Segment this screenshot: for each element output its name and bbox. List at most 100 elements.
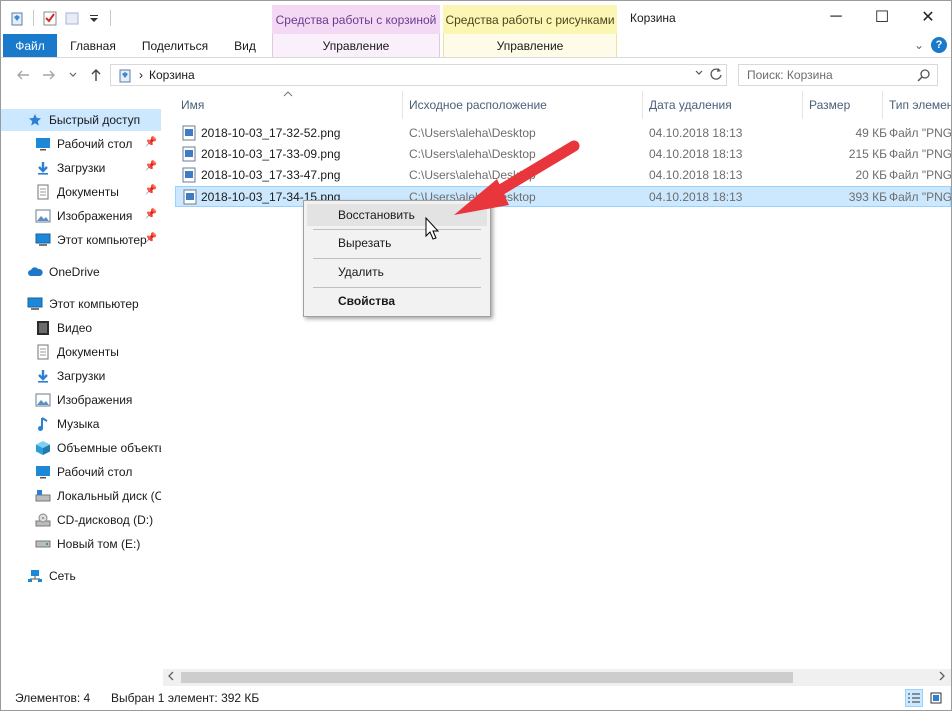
breadcrumb: › Корзина — [117, 67, 195, 83]
refresh-icon[interactable] — [709, 67, 723, 84]
nav-item-label: Этот компьютер — [57, 233, 147, 247]
table-row[interactable]: 2018-10-03_17-32-52.png C:\Users\aleha\D… — [175, 123, 951, 144]
pin-icon[interactable]: 📌 — [145, 137, 157, 148]
column-header-deleted[interactable]: Дата удаления — [643, 91, 803, 119]
nav-item-onedrive[interactable]: OneDrive — [1, 261, 161, 283]
file-size: 49 КБ — [855, 126, 887, 140]
nav-item-this-pc[interactable]: Этот компьютер — [1, 293, 161, 315]
desktop-icon — [35, 136, 51, 152]
customize-toolbar-icon[interactable] — [86, 10, 102, 26]
column-header-type[interactable]: Тип элемента — [883, 91, 951, 119]
back-button[interactable] — [13, 65, 33, 85]
tab-file[interactable]: Файл — [3, 34, 57, 57]
large-icons-view-button[interactable] — [927, 689, 945, 707]
file-deleted-date: 04.10.2018 18:13 — [649, 147, 743, 161]
pin-icon[interactable]: 📌 — [145, 209, 157, 220]
file-deleted-date: 04.10.2018 18:13 — [649, 126, 743, 140]
nav-item-label: Музыка — [57, 417, 100, 431]
address-dropdown-icon[interactable] — [694, 68, 704, 81]
nav-item-label: Загрузки — [57, 161, 106, 175]
breadcrumb-location[interactable]: Корзина — [149, 68, 195, 82]
forward-button[interactable] — [39, 65, 59, 85]
nav-item-quick-access[interactable]: Быстрый доступ — [1, 109, 161, 131]
scroll-left-icon[interactable] — [167, 670, 175, 685]
nav-item-documents[interactable]: Документы — [1, 341, 161, 363]
download-icon — [35, 160, 51, 176]
quick-access-toolbar — [9, 7, 113, 29]
nav-item-cd-drive[interactable]: CD-дисковод (D:) — [1, 509, 161, 531]
column-header-name[interactable]: Имя — [175, 91, 403, 119]
column-header-origin[interactable]: Исходное расположение — [403, 91, 643, 119]
table-row-selected[interactable]: 2018-10-03_17-34-15.png C:\Users\aleha\D… — [175, 186, 951, 207]
nav-item-network[interactable]: Сеть — [1, 565, 161, 587]
new-folder-icon[interactable] — [64, 10, 80, 26]
up-button[interactable] — [86, 65, 106, 85]
recent-locations-button[interactable] — [63, 65, 83, 85]
file-origin: C:\Users\aleha\Desktop — [409, 126, 536, 140]
music-icon — [35, 416, 51, 432]
file-origin: C:\Users\aleha\Desktop — [409, 168, 536, 182]
picture-tools-header: Средства работы с рисунками — [443, 5, 617, 34]
pin-icon[interactable]: 📌 — [145, 185, 157, 196]
tab-home[interactable]: Главная — [63, 34, 123, 57]
minimize-button[interactable]: ─ — [813, 1, 859, 33]
menu-item-properties[interactable]: Свойства — [307, 290, 487, 312]
scroll-right-icon[interactable] — [938, 670, 946, 685]
file-name: 2018-10-03_17-32-52.png — [201, 126, 341, 140]
hard-drive-icon — [35, 536, 51, 552]
menu-item-cut[interactable]: Вырезать — [307, 232, 487, 254]
pin-icon[interactable]: 📌 — [145, 161, 157, 172]
navigation-pane: Быстрый доступ Рабочий стол 📌 Загрузки 📌… — [1, 99, 163, 689]
nav-item-label: CD-дисковод (D:) — [57, 513, 154, 527]
nav-item-label: Изображения — [57, 393, 133, 407]
horizontal-scrollbar[interactable] — [163, 669, 951, 686]
menu-item-restore[interactable]: Восстановить — [307, 204, 487, 226]
nav-item-images-pinned[interactable]: Изображения 📌 — [1, 205, 161, 227]
details-view-button[interactable] — [905, 689, 923, 707]
nav-item-label: Документы — [57, 185, 119, 199]
maximize-button[interactable]: ☐ — [859, 1, 905, 33]
tab-view[interactable]: Вид — [227, 34, 263, 57]
nav-item-label: Быстрый доступ — [49, 113, 141, 127]
nav-item-this-pc-pinned[interactable]: Этот компьютер 📌 — [1, 229, 161, 251]
nav-item-documents-pinned[interactable]: Документы 📌 — [1, 181, 161, 203]
maximize-icon: ☐ — [874, 9, 890, 26]
table-row[interactable]: 2018-10-03_17-33-09.png C:\Users\aleha\D… — [175, 144, 951, 165]
nav-item-label: Рабочий стол — [57, 465, 133, 479]
nav-item-downloads-pinned[interactable]: Загрузки 📌 — [1, 157, 161, 179]
nav-item-local-disk[interactable]: Локальный диск (C:) — [1, 485, 161, 507]
help-icon[interactable]: ? — [931, 37, 947, 53]
nav-item-downloads[interactable]: Загрузки — [1, 365, 161, 387]
search-input[interactable]: Поиск: Корзина — [738, 64, 938, 86]
nav-item-video[interactable]: Видео — [1, 317, 161, 339]
scrollbar-thumb[interactable] — [181, 672, 793, 683]
context-menu: Восстановить Вырезать Удалить Свойства — [303, 200, 491, 317]
pin-icon[interactable]: 📌 — [145, 233, 157, 244]
file-type: Файл "PNG" — [889, 126, 951, 140]
tab-manage-recycle-bin[interactable]: Управление — [272, 34, 440, 57]
properties-icon[interactable] — [42, 10, 58, 26]
close-button[interactable]: ✕ — [905, 1, 951, 33]
large-icons-view-icon — [930, 692, 942, 704]
search-icon[interactable] — [917, 68, 931, 85]
explorer-window: Средства работы с корзиной Средства рабо… — [0, 0, 952, 711]
column-header-size[interactable]: Размер — [803, 91, 883, 119]
ribbon-collapse-icon[interactable]: ⌄ — [911, 37, 927, 53]
table-row[interactable]: 2018-10-03_17-33-47.png C:\Users\aleha\D… — [175, 165, 951, 186]
address-bar[interactable]: › Корзина — [110, 64, 727, 86]
file-type: Файл "PNG" — [889, 168, 951, 182]
tab-manage-pictures[interactable]: Управление — [443, 34, 617, 57]
nav-item-new-volume[interactable]: Новый том (E:) — [1, 533, 161, 555]
cube-icon — [35, 440, 51, 456]
close-icon: ✕ — [921, 9, 935, 26]
recycle-bin-icon[interactable] — [9, 10, 25, 26]
menu-item-delete[interactable]: Удалить — [307, 261, 487, 283]
video-icon — [35, 320, 51, 336]
nav-item-desktop[interactable]: Рабочий стол — [1, 461, 161, 483]
tab-share[interactable]: Поделиться — [137, 34, 213, 57]
breadcrumb-separator[interactable]: › — [139, 68, 143, 82]
nav-item-images[interactable]: Изображения — [1, 389, 161, 411]
nav-item-desktop-pinned[interactable]: Рабочий стол 📌 — [1, 133, 161, 155]
nav-item-3d-objects[interactable]: Объемные объекты — [1, 437, 161, 459]
nav-item-music[interactable]: Музыка — [1, 413, 161, 435]
